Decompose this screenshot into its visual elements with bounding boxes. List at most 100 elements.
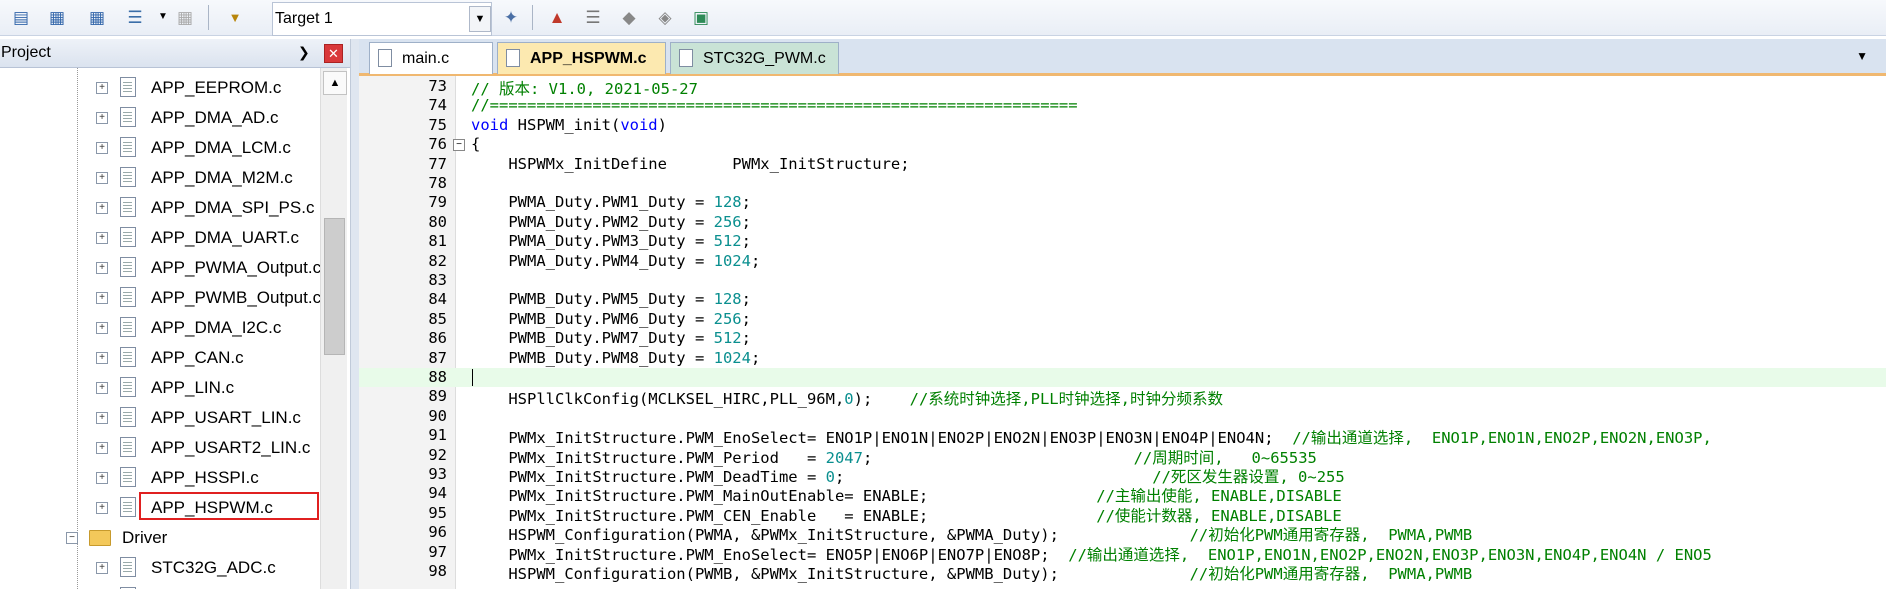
code-line[interactable]: 76−{ bbox=[359, 135, 1886, 154]
pack-installer-icon[interactable]: ▣ bbox=[688, 4, 714, 30]
tree-item-driver-folder[interactable]: − Driver bbox=[0, 522, 320, 552]
tree-item-app-dma-ad[interactable]: + APP_DMA_AD.c bbox=[0, 102, 320, 132]
code-line[interactable]: 74 //====================================… bbox=[359, 96, 1886, 115]
expand-icon[interactable]: + bbox=[96, 172, 108, 184]
code-line[interactable]: 87 PWMB_Duty.PWM8_Duty = 1024; bbox=[359, 349, 1886, 368]
line-number: 88 bbox=[428, 368, 447, 386]
line-number: 82 bbox=[428, 251, 447, 270]
code-line[interactable]: 96 HSPWM_Configuration(PWMA, &PWMx_InitS… bbox=[359, 523, 1886, 544]
expand-icon[interactable]: + bbox=[96, 502, 108, 514]
file-icon bbox=[120, 437, 136, 457]
manage-components-icon[interactable]: ◆ bbox=[616, 4, 642, 30]
tree-item-app-dma-m2m[interactable]: + APP_DMA_M2M.c bbox=[0, 162, 320, 192]
file-icon bbox=[506, 49, 520, 67]
collapse-icon[interactable]: − bbox=[66, 532, 78, 544]
expand-icon[interactable]: + bbox=[96, 352, 108, 364]
wand-icon[interactable]: ✦ bbox=[498, 4, 524, 30]
tab-main-c[interactable]: main.c bbox=[369, 42, 493, 74]
stop-build-icon[interactable]: ▦ bbox=[172, 4, 198, 30]
expand-icon[interactable]: + bbox=[96, 82, 108, 94]
file-label: STC32G_ADC.c bbox=[151, 558, 276, 577]
code-line[interactable]: 82 PWMA_Duty.PWM4_Duty = 1024; bbox=[359, 252, 1886, 271]
code-line[interactable]: 91 PWMx_InitStructure.PWM_EnoSelect= ENO… bbox=[359, 426, 1886, 447]
rebuild-icon[interactable]: ▦ bbox=[84, 4, 110, 30]
code-line[interactable]: 90 bbox=[359, 407, 1886, 426]
batch-build-icon[interactable]: ☰ bbox=[122, 4, 148, 30]
expand-icon[interactable]: + bbox=[96, 472, 108, 484]
file-label: APP_DMA_UART.c bbox=[151, 228, 300, 247]
tree-item-next[interactable] bbox=[0, 582, 320, 589]
code-line[interactable]: 93 PWMx_InitStructure.PWM_DeadTime = 0; … bbox=[359, 465, 1886, 486]
expand-icon[interactable]: + bbox=[96, 322, 108, 334]
tree-item-app-pwma-output[interactable]: + APP_PWMA_Output.c bbox=[0, 252, 320, 282]
load-icon[interactable]: ▼ bbox=[222, 4, 248, 30]
code-line[interactable]: 75 void HSPWM_init(void) bbox=[359, 116, 1886, 135]
pin-icon[interactable]: ❯ bbox=[298, 44, 310, 61]
code-editor[interactable]: 73// 版本: V1.0, 2021-05-27 74 //===========… bbox=[359, 76, 1886, 589]
rte-icon[interactable]: ◈ bbox=[652, 4, 678, 30]
tree-item-app-dma-uart[interactable]: + APP_DMA_UART.c bbox=[0, 222, 320, 252]
tree-item-app-hspwm[interactable]: + APP_HSPWM.c bbox=[0, 492, 320, 522]
expand-icon[interactable]: + bbox=[96, 382, 108, 394]
expand-icon[interactable]: + bbox=[96, 232, 108, 244]
code-line[interactable]: 94 PWMx_InitStructure.PWM_MainOutEnable=… bbox=[359, 484, 1886, 505]
expand-icon[interactable]: + bbox=[96, 292, 108, 304]
project-scrollbar[interactable]: ▲ bbox=[320, 68, 347, 589]
code-line[interactable]: 80 PWMA_Duty.PWM2_Duty = 256; bbox=[359, 213, 1886, 232]
tree-item-app-dma-lcm[interactable]: + APP_DMA_LCM.c bbox=[0, 132, 320, 162]
code-line[interactable]: 84 PWMB_Duty.PWM5_Duty = 128; bbox=[359, 290, 1886, 309]
code-text: PWMB_Duty.PWM8_Duty = 1024; bbox=[471, 348, 761, 367]
tree-item-app-can[interactable]: + APP_CAN.c bbox=[0, 342, 320, 372]
code-line[interactable]: 89 HSPllClkConfig(MCLKSEL_HIRC,PLL_96M,0… bbox=[359, 387, 1886, 408]
code-line[interactable]: 86 PWMB_Duty.PWM7_Duty = 512; bbox=[359, 329, 1886, 348]
chevron-down-icon[interactable]: ▼ bbox=[1856, 49, 1868, 63]
code-line[interactable]: 95 PWMx_InitStructure.PWM_CEN_Enable = E… bbox=[359, 503, 1886, 525]
manage-project-icon[interactable]: ▲ bbox=[544, 4, 570, 30]
tree-item-app-eeprom[interactable]: + APP_EEPROM.c bbox=[0, 72, 320, 102]
tree-item-app-hsspi[interactable]: + APP_HSSPI.c bbox=[0, 462, 320, 492]
code-line[interactable]: 79 PWMA_Duty.PWM1_Duty = 128; bbox=[359, 193, 1886, 212]
line-number: 87 bbox=[428, 348, 447, 367]
close-icon[interactable]: ✕ bbox=[324, 44, 343, 63]
expand-icon[interactable]: + bbox=[96, 202, 108, 214]
code-line[interactable]: 81 PWMA_Duty.PWM3_Duty = 512; bbox=[359, 232, 1886, 251]
tree-item-app-lin[interactable]: + APP_LIN.c bbox=[0, 372, 320, 402]
expand-icon[interactable]: + bbox=[96, 142, 108, 154]
code-line[interactable]: 92 PWMx_InitStructure.PWM_Period = 2047;… bbox=[359, 446, 1886, 467]
tree-item-app-usart2-lin[interactable]: + APP_USART2_LIN.c bbox=[0, 432, 320, 462]
code-line[interactable]: 98 HSPWM_Configuration(PWMB, &PWMx_InitS… bbox=[359, 562, 1886, 583]
translate-icon[interactable]: ▤ bbox=[8, 4, 34, 30]
line-number: 95 bbox=[428, 503, 447, 522]
file-icon bbox=[120, 197, 136, 217]
tree-item-app-usart-lin[interactable]: + APP_USART_LIN.c bbox=[0, 402, 320, 432]
line-number: 79 bbox=[428, 193, 447, 212]
code-line[interactable]: 77 HSPWMx_InitDefine PWMx_InitStructure; bbox=[359, 155, 1886, 174]
tree-item-app-dma-i2c[interactable]: + APP_DMA_I2C.c bbox=[0, 312, 320, 342]
expand-icon[interactable]: + bbox=[96, 562, 108, 574]
tree-item-app-pwmb-output[interactable]: + APP_PWMB_Output.c bbox=[0, 282, 320, 312]
tree-item-stc32g-adc[interactable]: + STC32G_ADC.c bbox=[0, 552, 320, 582]
code-line[interactable]: 78 bbox=[359, 174, 1886, 193]
code-line[interactable]: 83 bbox=[359, 271, 1886, 290]
expand-icon[interactable]: + bbox=[96, 412, 108, 424]
code-line[interactable]: 73// 版本: V1.0, 2021-05-27 bbox=[359, 77, 1886, 98]
code-line[interactable]: 85 PWMB_Duty.PWM6_Duty = 256; bbox=[359, 310, 1886, 329]
expand-icon[interactable]: + bbox=[96, 262, 108, 274]
build-icon[interactable]: ▦ bbox=[44, 4, 70, 30]
tab-app-hspwm-c[interactable]: APP_HSPWM.c bbox=[497, 42, 666, 74]
code-line[interactable]: 97 PWMx_InitStructure.PWM_EnoSelect= ENO… bbox=[359, 543, 1886, 564]
chevron-down-icon[interactable]: ▼ bbox=[469, 6, 491, 32]
scroll-up-icon[interactable]: ▲ bbox=[323, 71, 347, 95]
code-text: PWMA_Duty.PWM3_Duty = 512; bbox=[471, 232, 751, 251]
fold-icon[interactable]: − bbox=[453, 139, 465, 152]
tree-item-app-dma-spi-ps[interactable]: + APP_DMA_SPI_PS.c bbox=[0, 192, 320, 222]
scroll-thumb[interactable] bbox=[324, 218, 345, 355]
tab-stc32g-pwm-c[interactable]: STC32G_PWM.c bbox=[670, 42, 839, 74]
target-select[interactable]: Target 1 ▼ bbox=[272, 2, 492, 36]
manage-books-icon[interactable]: ☰ bbox=[580, 4, 606, 30]
tab-label: APP_HSPWM.c bbox=[530, 50, 647, 67]
code-line[interactable]: 88 bbox=[359, 368, 1886, 388]
expand-icon[interactable]: + bbox=[96, 112, 108, 124]
line-number: 86 bbox=[428, 329, 447, 348]
expand-icon[interactable]: + bbox=[96, 442, 108, 454]
